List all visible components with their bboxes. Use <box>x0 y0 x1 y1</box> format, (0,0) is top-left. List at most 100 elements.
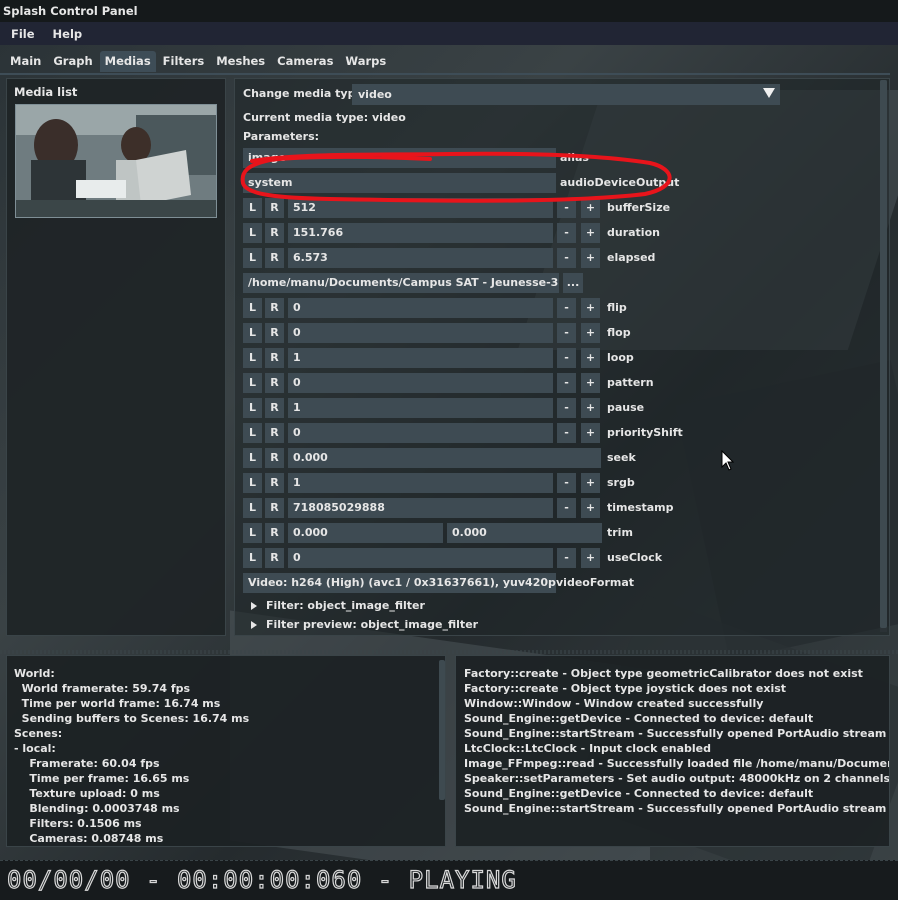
tab-graph[interactable]: Graph <box>48 51 97 72</box>
seek-l-button[interactable]: L <box>243 448 262 468</box>
pause-l-button[interactable]: L <box>243 398 262 418</box>
file-path-input[interactable]: /home/manu/Documents/Campus SAT - Jeunes… <box>243 273 559 293</box>
log-line: Sound_Engine::startStream - Successfully… <box>464 727 887 740</box>
priorityshift-l-button[interactable]: L <box>243 423 262 443</box>
param-name-srgb: srgb <box>607 476 635 489</box>
window-title: Splash Control Panel <box>0 0 898 22</box>
video-format-input[interactable]: Video: h264 (High) (avc1 / 0x31637661), … <box>243 573 556 593</box>
filter-preview-tree-node[interactable]: Filter preview: object_image_filter <box>251 618 478 631</box>
timestamp-l-button[interactable]: L <box>243 498 262 518</box>
media-list-panel: Media list <box>6 78 226 636</box>
seek-r-button[interactable]: R <box>265 448 284 468</box>
duration-plus-button[interactable]: + <box>581 223 600 243</box>
buffersize-minus-button[interactable]: - <box>557 198 576 218</box>
buffersize-l-button[interactable]: L <box>243 198 262 218</box>
pattern-minus-button[interactable]: - <box>557 373 576 393</box>
expand-arrow-icon <box>251 602 257 610</box>
useclock-input[interactable]: 0 <box>288 548 553 568</box>
trim-start-input[interactable]: 0.000 <box>288 523 443 543</box>
useclock-plus-button[interactable]: + <box>581 548 600 568</box>
elapsed-l-button[interactable]: L <box>243 248 262 268</box>
elapsed-r-button[interactable]: R <box>265 248 284 268</box>
srgb-minus-button[interactable]: - <box>557 473 576 493</box>
priorityshift-minus-button[interactable]: - <box>557 423 576 443</box>
flip-input[interactable]: 0 <box>288 298 553 318</box>
priorityshift-plus-button[interactable]: + <box>581 423 600 443</box>
media-type-select[interactable]: video <box>352 84 780 105</box>
parameters-scrollbar[interactable] <box>880 80 887 632</box>
stats-line: Sending buffers to Scenes: 16.74 ms <box>14 712 250 725</box>
trim-l-button[interactable]: L <box>243 523 262 543</box>
flop-minus-button[interactable]: - <box>557 323 576 343</box>
flop-input[interactable]: 0 <box>288 323 553 343</box>
flop-l-button[interactable]: L <box>243 323 262 343</box>
pattern-l-button[interactable]: L <box>243 373 262 393</box>
change-media-type-label: Change media type: <box>243 87 368 100</box>
pattern-input[interactable]: 0 <box>288 373 553 393</box>
expand-arrow-icon <box>251 621 257 629</box>
tab-filters[interactable]: Filters <box>158 51 210 72</box>
pause-minus-button[interactable]: - <box>557 398 576 418</box>
loop-plus-button[interactable]: + <box>581 348 600 368</box>
buffersize-r-button[interactable]: R <box>265 198 284 218</box>
tab-bar: Main Graph Medias Filters Meshes Cameras… <box>0 51 393 73</box>
trim-end-input[interactable]: 0.000 <box>447 523 602 543</box>
duration-l-button[interactable]: L <box>243 223 262 243</box>
param-name-timestamp: timestamp <box>607 501 674 514</box>
seek-input[interactable]: 0.000 <box>288 448 601 468</box>
srgb-l-button[interactable]: L <box>243 473 262 493</box>
playback-status: 00/00/00 - 00:00:00:060 - PLAYING <box>6 865 517 894</box>
log-line: LtcClock::LtcClock - Input clock enabled <box>464 742 711 755</box>
duration-minus-button[interactable]: - <box>557 223 576 243</box>
tab-warps[interactable]: Warps <box>340 51 391 72</box>
tab-meshes[interactable]: Meshes <box>211 51 270 72</box>
priorityshift-r-button[interactable]: R <box>265 423 284 443</box>
timestamp-plus-button[interactable]: + <box>581 498 600 518</box>
elapsed-input[interactable]: 6.573 <box>288 248 553 268</box>
loop-minus-button[interactable]: - <box>557 348 576 368</box>
pattern-r-button[interactable]: R <box>265 373 284 393</box>
flip-minus-button[interactable]: - <box>557 298 576 318</box>
loop-l-button[interactable]: L <box>243 348 262 368</box>
flop-plus-button[interactable]: + <box>581 323 600 343</box>
loop-r-button[interactable]: R <box>265 348 284 368</box>
flop-r-button[interactable]: R <box>265 323 284 343</box>
srgb-plus-button[interactable]: + <box>581 473 600 493</box>
media-thumbnail[interactable] <box>15 104 217 218</box>
menu-help[interactable]: Help <box>42 27 90 41</box>
timestamp-input[interactable]: 718085029888 <box>288 498 553 518</box>
pause-input[interactable]: 1 <box>288 398 553 418</box>
audio-device-input[interactable]: system <box>243 173 556 193</box>
buffersize-input[interactable]: 512 <box>288 198 553 218</box>
tab-main[interactable]: Main <box>5 51 46 72</box>
flip-plus-button[interactable]: + <box>581 298 600 318</box>
buffersize-plus-button[interactable]: + <box>581 198 600 218</box>
loop-input[interactable]: 1 <box>288 348 553 368</box>
useclock-l-button[interactable]: L <box>243 548 262 568</box>
tab-medias[interactable]: Medias <box>99 51 156 72</box>
priorityshift-input[interactable]: 0 <box>288 423 553 443</box>
filter-label: Filter: object_image_filter <box>266 599 425 612</box>
srgb-input[interactable]: 1 <box>288 473 553 493</box>
duration-input[interactable]: 151.766 <box>288 223 553 243</box>
pause-plus-button[interactable]: + <box>581 398 600 418</box>
flip-r-button[interactable]: R <box>265 298 284 318</box>
elapsed-minus-button[interactable]: - <box>557 248 576 268</box>
stats-scrollbar[interactable] <box>439 660 445 800</box>
browse-file-button[interactable]: ... <box>563 273 583 293</box>
alias-input[interactable]: image <box>243 148 556 168</box>
useclock-r-button[interactable]: R <box>265 548 284 568</box>
duration-r-button[interactable]: R <box>265 223 284 243</box>
menu-file[interactable]: File <box>0 27 42 41</box>
elapsed-plus-button[interactable]: + <box>581 248 600 268</box>
tab-cameras[interactable]: Cameras <box>272 51 338 72</box>
srgb-r-button[interactable]: R <box>265 473 284 493</box>
flip-l-button[interactable]: L <box>243 298 262 318</box>
timestamp-minus-button[interactable]: - <box>557 498 576 518</box>
filter-tree-node[interactable]: Filter: object_image_filter <box>251 599 425 612</box>
pause-r-button[interactable]: R <box>265 398 284 418</box>
timestamp-r-button[interactable]: R <box>265 498 284 518</box>
useclock-minus-button[interactable]: - <box>557 548 576 568</box>
trim-r-button[interactable]: R <box>265 523 284 543</box>
pattern-plus-button[interactable]: + <box>581 373 600 393</box>
